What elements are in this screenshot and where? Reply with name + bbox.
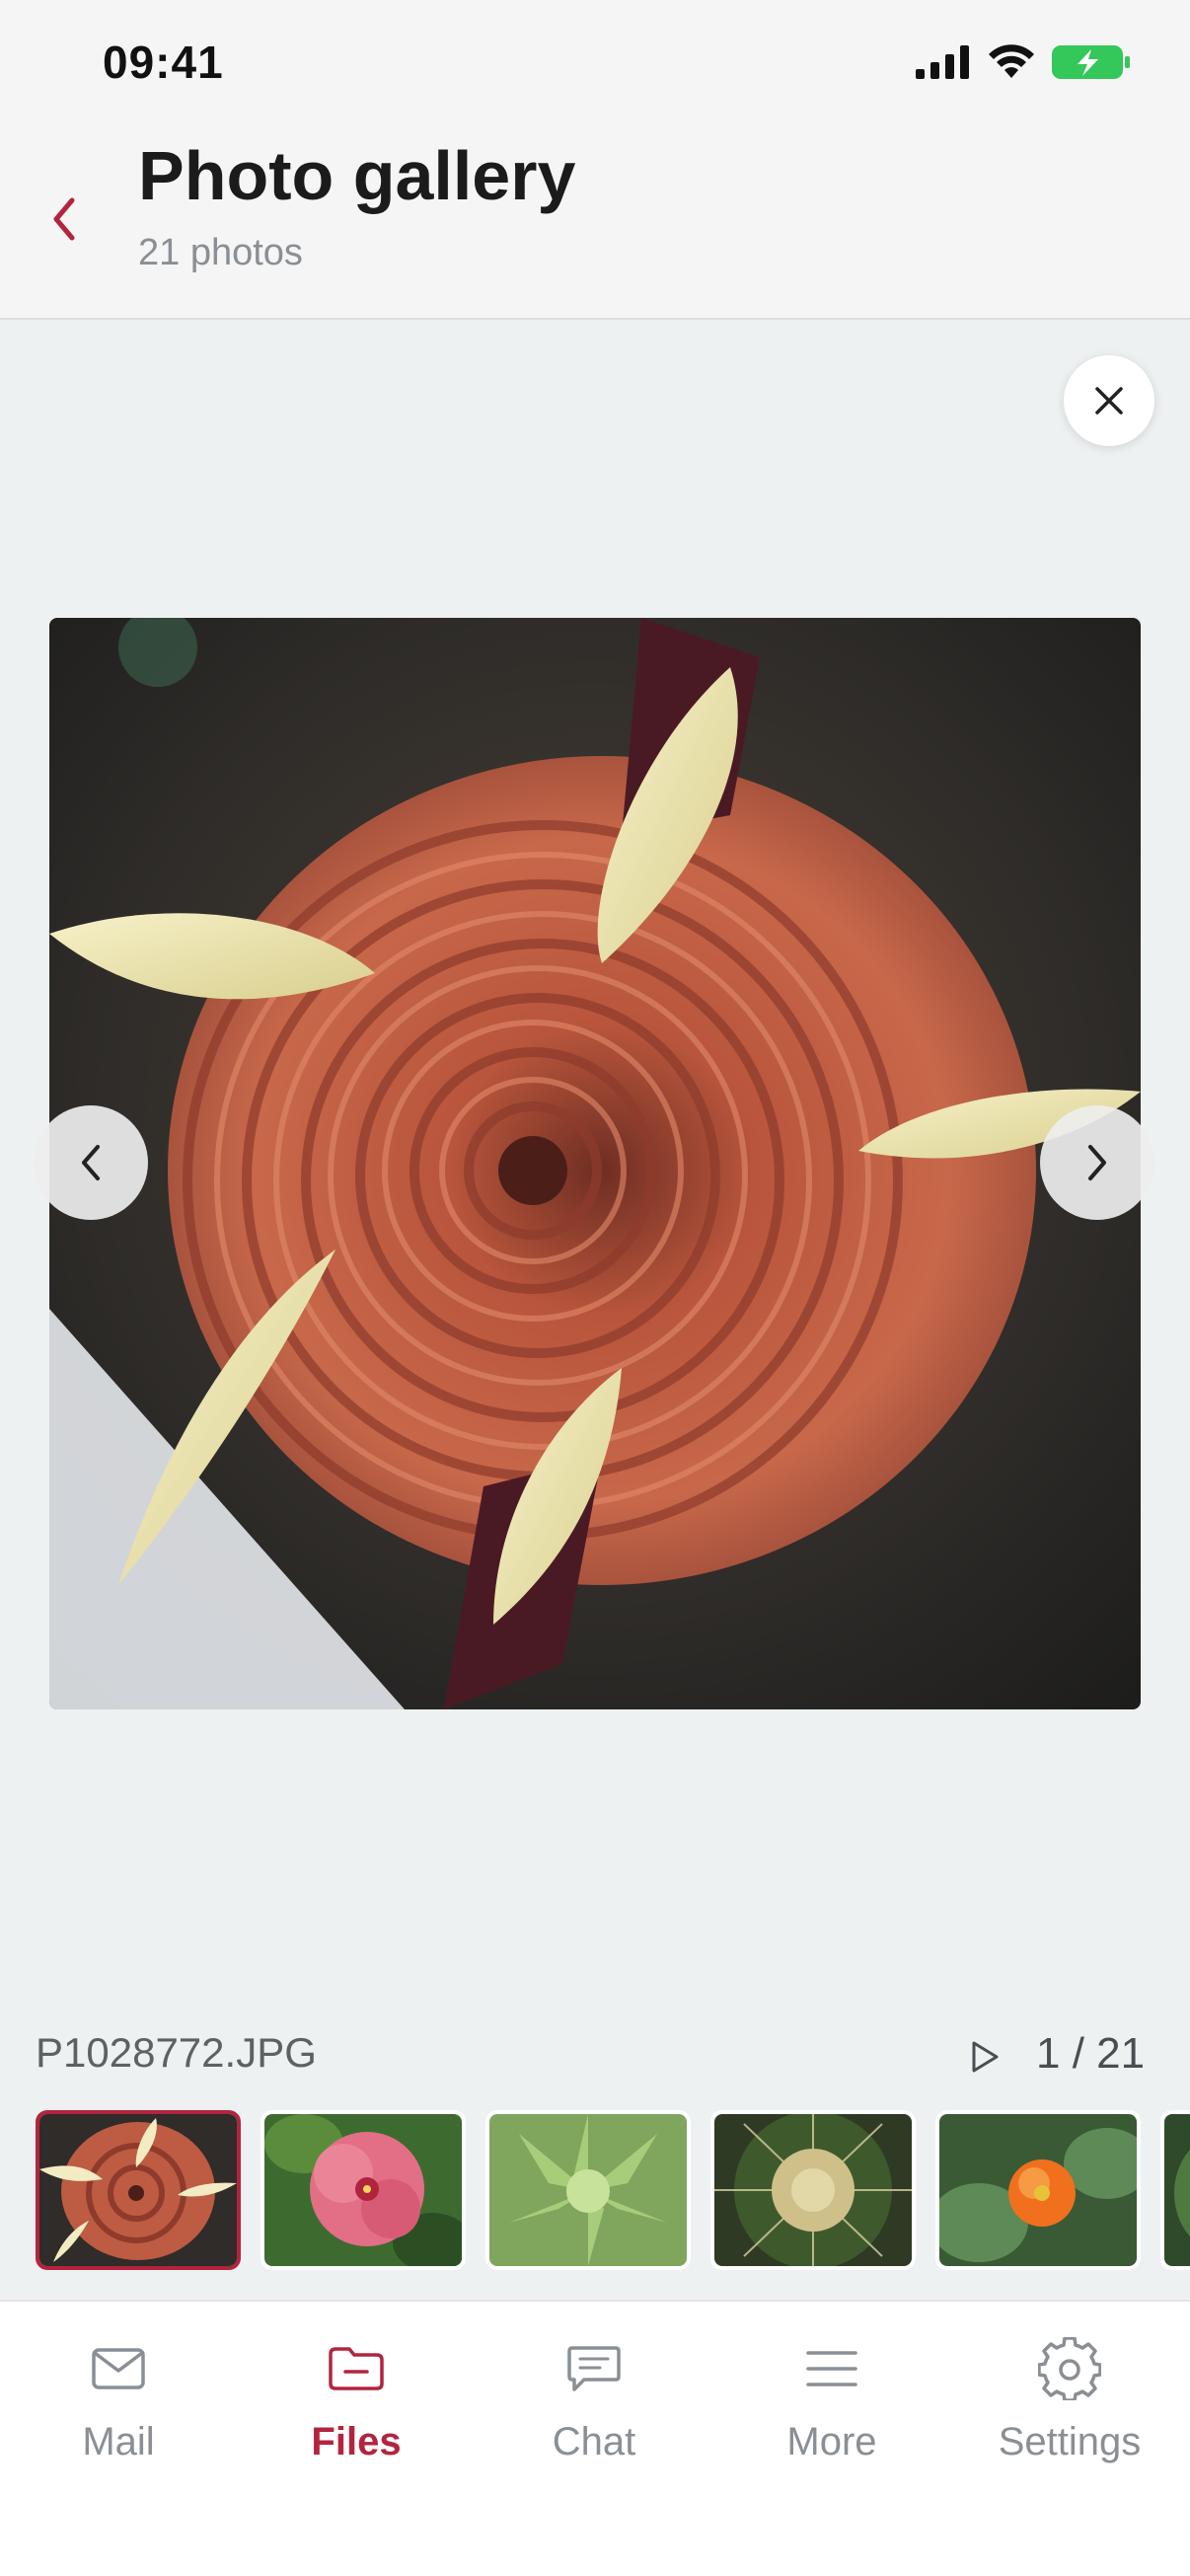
header: Photo gallery 21 photos [0, 128, 1190, 320]
thumbnail-pink-hibiscus[interactable] [260, 2110, 466, 2270]
thumbnail-orange-cactus-flower[interactable] [935, 2110, 1141, 2270]
previous-photo-button[interactable] [34, 1105, 148, 1220]
photo-counter: 1 / 21 [1036, 2029, 1146, 2078]
page-title: Photo gallery [138, 137, 576, 214]
play-icon [972, 2041, 999, 2073]
tab-mail[interactable]: Mail [20, 2331, 217, 2479]
status-bar: 09:41 [0, 0, 1190, 128]
wifi-icon [989, 44, 1034, 78]
mail-icon [92, 2348, 145, 2389]
tab-label: Files [311, 2420, 402, 2463]
thumbnail-rose-succulent[interactable] [36, 2110, 241, 2270]
chevron-right-icon [1088, 1145, 1106, 1180]
battery-icon [1052, 45, 1130, 79]
main-photo[interactable] [49, 618, 1141, 1709]
tab-bar: Mail Files Chat More Settings [0, 2300, 1190, 2576]
menu-icon [806, 2351, 857, 2387]
photo-count: 21 photos [138, 232, 303, 273]
tab-label: More [786, 2420, 877, 2463]
slideshow-button[interactable] [963, 2035, 1006, 2079]
tab-label: Settings [998, 2420, 1142, 2463]
tab-files[interactable]: Files [258, 2331, 455, 2479]
thumbnail-barrel-cactus[interactable] [710, 2110, 916, 2270]
back-button[interactable] [39, 180, 89, 259]
tab-more[interactable]: More [733, 2331, 930, 2479]
chevron-left-icon [82, 1145, 100, 1180]
thumbnail-strip [36, 2110, 1190, 2270]
close-icon [1095, 387, 1123, 415]
chat-icon [567, 2346, 621, 2391]
tab-chat[interactable]: Chat [495, 2331, 693, 2479]
signal-icon [916, 45, 969, 79]
gear-icon [1038, 2337, 1101, 2400]
tab-settings[interactable]: Settings [971, 2331, 1168, 2479]
status-time: 09:41 [103, 37, 224, 88]
photo-filename: P1028772.JPG [36, 2029, 317, 2076]
close-button[interactable] [1064, 355, 1154, 446]
chevron-left-icon [53, 197, 75, 241]
thumbnail-green-succulent[interactable] [1160, 2110, 1190, 2270]
folder-icon [329, 2347, 384, 2390]
tab-label: Chat [552, 2420, 636, 2463]
tab-label: Mail [82, 2420, 155, 2463]
rose-succulent-image [49, 618, 1141, 1709]
next-photo-button[interactable] [1040, 1105, 1154, 1220]
thumbnail-green-aloe[interactable] [485, 2110, 691, 2270]
status-icons [916, 43, 1131, 81]
